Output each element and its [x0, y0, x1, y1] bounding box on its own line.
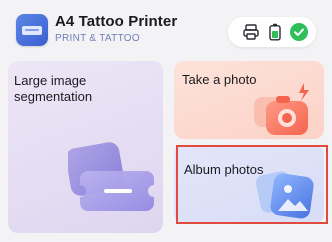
take-a-photo-label: Take a photo — [182, 72, 257, 87]
printer-app-icon — [16, 14, 48, 46]
battery-icon — [268, 23, 282, 46]
check-circle-icon — [290, 23, 308, 41]
device-status-pill[interactable] — [228, 17, 316, 47]
printer-icon[interactable] — [242, 23, 260, 46]
app-title: A4 Tattoo Printer — [55, 13, 178, 30]
take-a-photo-card[interactable]: Take a photo — [174, 61, 324, 139]
large-image-segmentation-label: Large image segmentation — [14, 73, 93, 104]
large-image-segmentation-card[interactable]: Large image segmentation — [8, 61, 163, 233]
app-header: A4 Tattoo Printer PRINT & TATTOO — [0, 0, 332, 60]
selection-highlight — [176, 145, 328, 224]
app-subtitle: PRINT & TATTOO — [55, 33, 140, 44]
ticket-stack-icon — [68, 142, 154, 211]
camera-icon — [254, 83, 309, 135]
